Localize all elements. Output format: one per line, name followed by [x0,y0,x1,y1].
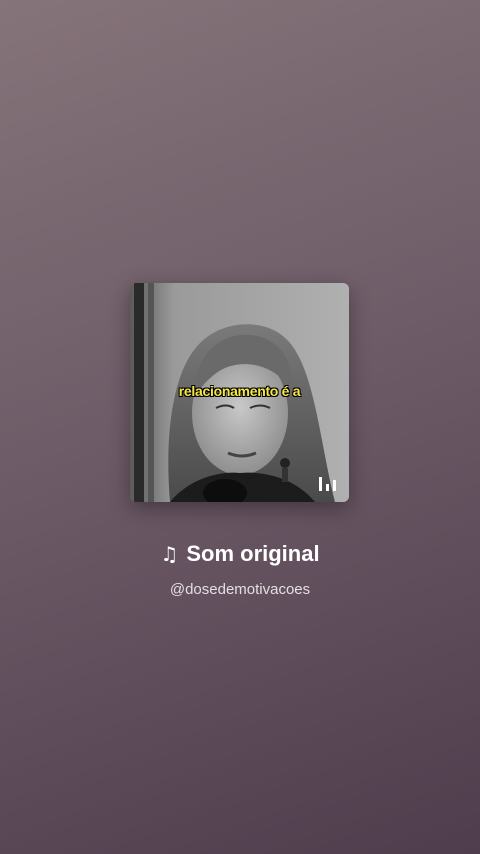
audio-title-row[interactable]: ♫ Som original [0,540,480,568]
author-handle[interactable]: @dosedemotivacoes [0,580,480,600]
audio-thumbnail[interactable]: relacionamento é a [130,283,349,502]
audio-title: Som original [186,541,320,566]
thumbnail-caption: relacionamento é a [178,383,301,399]
music-note-icon: ♫ [160,542,179,566]
equalizer-bars-icon [319,477,336,491]
